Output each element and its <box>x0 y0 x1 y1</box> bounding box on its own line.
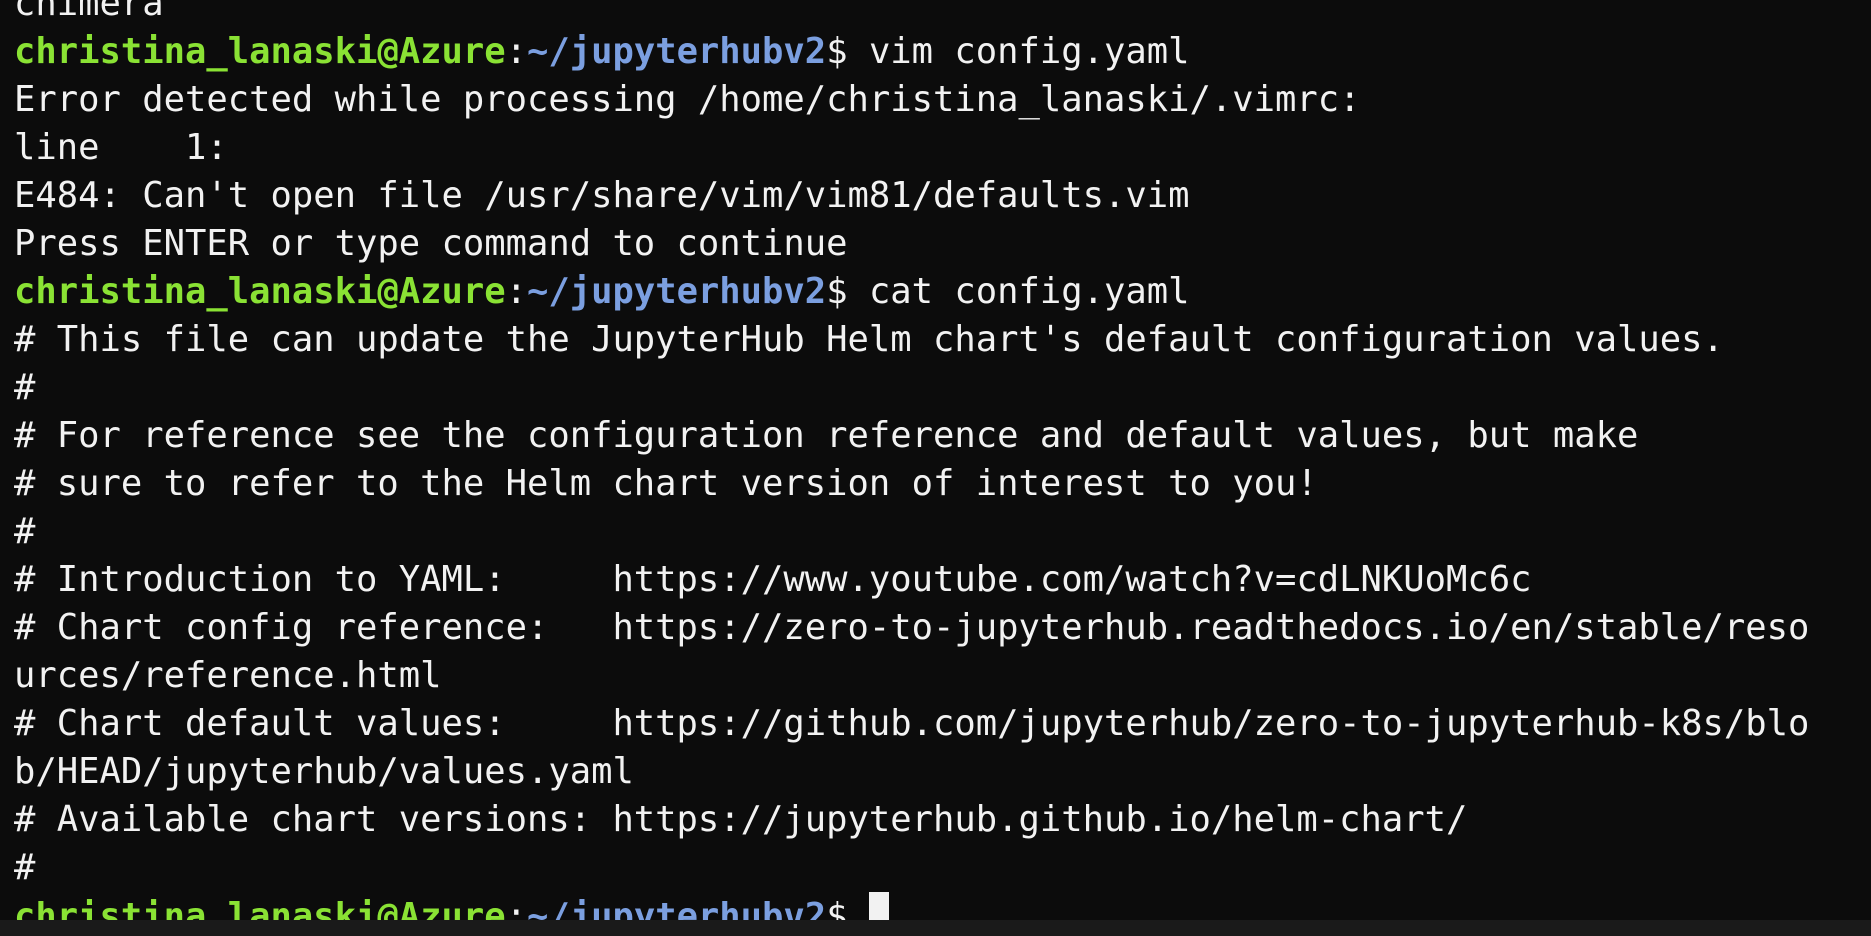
prompt-path: ~/jupyterhubv2 <box>526 896 827 920</box>
terminal-window[interactable]: chimera christina_lanaski@Azure:~/jupyter… <box>0 0 1871 920</box>
output-line: urces/reference.html <box>14 655 442 696</box>
command-text: vim config.yaml <box>868 31 1190 72</box>
text-cursor[interactable] <box>868 892 889 920</box>
output-line: # <box>14 511 36 552</box>
prompt-line: christina_lanaski@Azure:~/jupyterhubv2$ … <box>14 268 1809 316</box>
output-line: # Chart default values: https://github.c… <box>14 703 1810 744</box>
output-line: Error detected while processing /home/ch… <box>14 79 1361 120</box>
prompt-line: christina_lanaski@Azure:~/jupyterhubv2$ <box>14 892 1809 920</box>
output-line: # For reference see the configuration re… <box>14 415 1639 456</box>
output-line: # sure to refer to the Helm chart versio… <box>14 463 1318 504</box>
output-line: chimera <box>14 0 164 24</box>
output-line: # <box>14 367 36 408</box>
prompt-user-host: christina_lanaski@Azure <box>14 31 506 72</box>
output-line: # <box>14 847 36 888</box>
terminal-output: chimera christina_lanaski@Azure:~/jupyter… <box>14 0 1809 920</box>
output-line: b/HEAD/jupyterhub/values.yaml <box>14 751 634 792</box>
prompt-user-host: christina_lanaski@Azure <box>14 896 506 920</box>
prompt-separator: : <box>505 271 527 312</box>
output-line: # Available chart versions: https://jupy… <box>14 799 1468 840</box>
output-line: # Chart config reference: https://zero-t… <box>14 607 1810 648</box>
prompt-user-host: christina_lanaski@Azure <box>14 271 506 312</box>
prompt-symbol: $ <box>826 896 869 920</box>
prompt-symbol: $ <box>826 31 869 72</box>
prompt-path: ~/jupyterhubv2 <box>526 31 827 72</box>
command-text: cat config.yaml <box>868 271 1190 312</box>
output-line: E484: Can't open file /usr/share/vim/vim… <box>14 175 1190 216</box>
prompt-symbol: $ <box>826 271 869 312</box>
output-line: line 1: <box>14 127 228 168</box>
prompt-line: christina_lanaski@Azure:~/jupyterhubv2$ … <box>14 28 1809 76</box>
output-line: # This file can update the JupyterHub He… <box>14 319 1724 360</box>
prompt-separator: : <box>505 31 527 72</box>
output-line: # Introduction to YAML: https://www.yout… <box>14 559 1532 600</box>
prompt-path: ~/jupyterhubv2 <box>526 271 827 312</box>
window-bottom-edge <box>0 920 1871 936</box>
prompt-separator: : <box>505 896 527 920</box>
output-line: Press ENTER or type command to continue <box>14 223 848 264</box>
